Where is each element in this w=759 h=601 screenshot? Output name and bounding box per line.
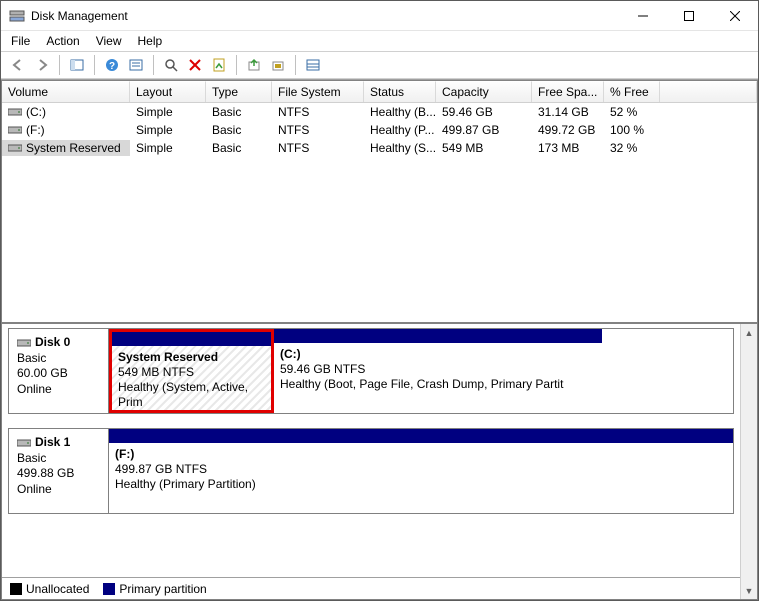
col-capacity[interactable]: Capacity <box>436 81 532 102</box>
svg-text:?: ? <box>109 61 115 72</box>
action-1-button[interactable] <box>243 54 265 76</box>
disk-info: Disk 0Basic60.00 GBOnline <box>9 329 109 413</box>
col-type[interactable]: Type <box>206 81 272 102</box>
maximize-button[interactable] <box>666 1 712 30</box>
window-controls <box>620 1 758 30</box>
nav-forward-button[interactable] <box>31 54 53 76</box>
menu-action[interactable]: Action <box>38 32 87 50</box>
volume-name: System Reserved <box>26 141 121 155</box>
volume-body[interactable]: (C:)SimpleBasicNTFSHealthy (B...59.46 GB… <box>2 103 757 322</box>
close-button[interactable] <box>712 1 758 30</box>
menu-bar: File Action View Help <box>1 31 758 51</box>
legend: Unallocated Primary partition <box>2 577 740 599</box>
properties-button[interactable] <box>208 54 230 76</box>
delete-button[interactable] <box>184 54 206 76</box>
menu-view[interactable]: View <box>88 32 130 50</box>
action-2-button[interactable] <box>267 54 289 76</box>
legend-unallocated: Unallocated <box>10 582 89 596</box>
volume-name: (F:) <box>26 123 45 137</box>
volume-name: (C:) <box>26 105 46 119</box>
col-layout[interactable]: Layout <box>130 81 206 102</box>
app-icon <box>9 8 25 24</box>
partition[interactable]: System Reserved549 MB NTFSHealthy (Syste… <box>109 329 274 413</box>
volume-row[interactable]: System ReservedSimpleBasicNTFSHealthy (S… <box>2 139 757 157</box>
scroll-down-icon[interactable]: ▼ <box>741 582 758 599</box>
window-title: Disk Management <box>31 9 128 23</box>
disk-pane: Disk 0Basic60.00 GBOnlineSystem Reserved… <box>1 323 758 600</box>
volume-list-pane: Volume Layout Type File System Status Ca… <box>1 80 758 323</box>
disk-row[interactable]: Disk 0Basic60.00 GBOnlineSystem Reserved… <box>8 328 734 414</box>
scroll-up-icon[interactable]: ▲ <box>741 324 758 341</box>
nav-back-button[interactable] <box>7 54 29 76</box>
partition-header <box>274 329 602 343</box>
col-status[interactable]: Status <box>364 81 436 102</box>
help-button[interactable]: ? <box>101 54 123 76</box>
toolbar: ? <box>1 51 758 79</box>
col-volume[interactable]: Volume <box>2 81 130 102</box>
legend-primary: Primary partition <box>103 582 206 596</box>
col-spacer <box>660 81 757 102</box>
volume-header-row: Volume Layout Type File System Status Ca… <box>2 81 757 103</box>
refresh-button[interactable] <box>160 54 182 76</box>
scrollbar[interactable]: ▲ ▼ <box>740 324 757 599</box>
col-free[interactable]: Free Spa... <box>532 81 604 102</box>
volume-row[interactable]: (F:)SimpleBasicNTFSHealthy (P...499.87 G… <box>2 121 757 139</box>
list-button[interactable] <box>302 54 324 76</box>
minimize-button[interactable] <box>620 1 666 30</box>
disk-list[interactable]: Disk 0Basic60.00 GBOnlineSystem Reserved… <box>2 324 740 599</box>
partition[interactable]: (F:)499.87 GB NTFSHealthy (Primary Parti… <box>109 429 733 513</box>
show-hide-tree-button[interactable] <box>66 54 88 76</box>
title-bar: Disk Management <box>1 1 758 31</box>
menu-help[interactable]: Help <box>130 32 171 50</box>
col-pctfree[interactable]: % Free <box>604 81 660 102</box>
col-filesystem[interactable]: File System <box>272 81 364 102</box>
disk-row[interactable]: Disk 1Basic499.88 GBOnline(F:)499.87 GB … <box>8 428 734 514</box>
partition-header <box>109 429 733 443</box>
partition[interactable]: (C:)59.46 GB NTFSHealthy (Boot, Page Fil… <box>274 329 602 413</box>
volume-row[interactable]: (C:)SimpleBasicNTFSHealthy (B...59.46 GB… <box>2 103 757 121</box>
partition-header <box>112 332 271 346</box>
settings-button[interactable] <box>125 54 147 76</box>
menu-file[interactable]: File <box>7 32 38 50</box>
disk-info: Disk 1Basic499.88 GBOnline <box>9 429 109 513</box>
